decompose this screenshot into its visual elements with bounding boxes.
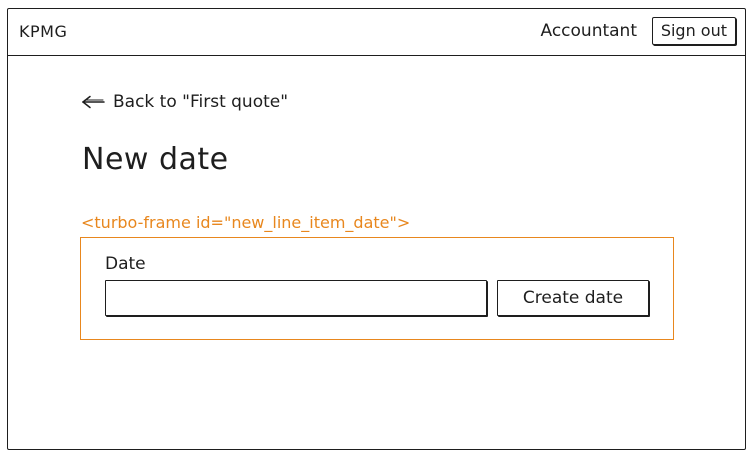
- brand-logo[interactable]: KPMG: [19, 22, 67, 41]
- navbar: KPMG Accountant Sign out: [8, 9, 745, 56]
- back-link-label: Back to "First quote": [113, 92, 289, 112]
- turbo-frame-label: <turbo-frame id="new_line_item_date">: [81, 213, 411, 232]
- create-date-button[interactable]: Create date: [497, 280, 649, 316]
- turbo-frame-box: Date Create date: [80, 237, 674, 340]
- back-link[interactable]: Back to "First quote": [81, 92, 288, 112]
- arrow-left-icon: [81, 95, 105, 109]
- sign-out-button[interactable]: Sign out: [651, 17, 736, 45]
- app-window: KPMG Accountant Sign out Back to "First …: [7, 8, 746, 450]
- date-field-label: Date: [105, 254, 146, 274]
- date-input[interactable]: [105, 280, 487, 316]
- user-role: Accountant: [540, 21, 638, 41]
- page-title: New date: [82, 142, 229, 177]
